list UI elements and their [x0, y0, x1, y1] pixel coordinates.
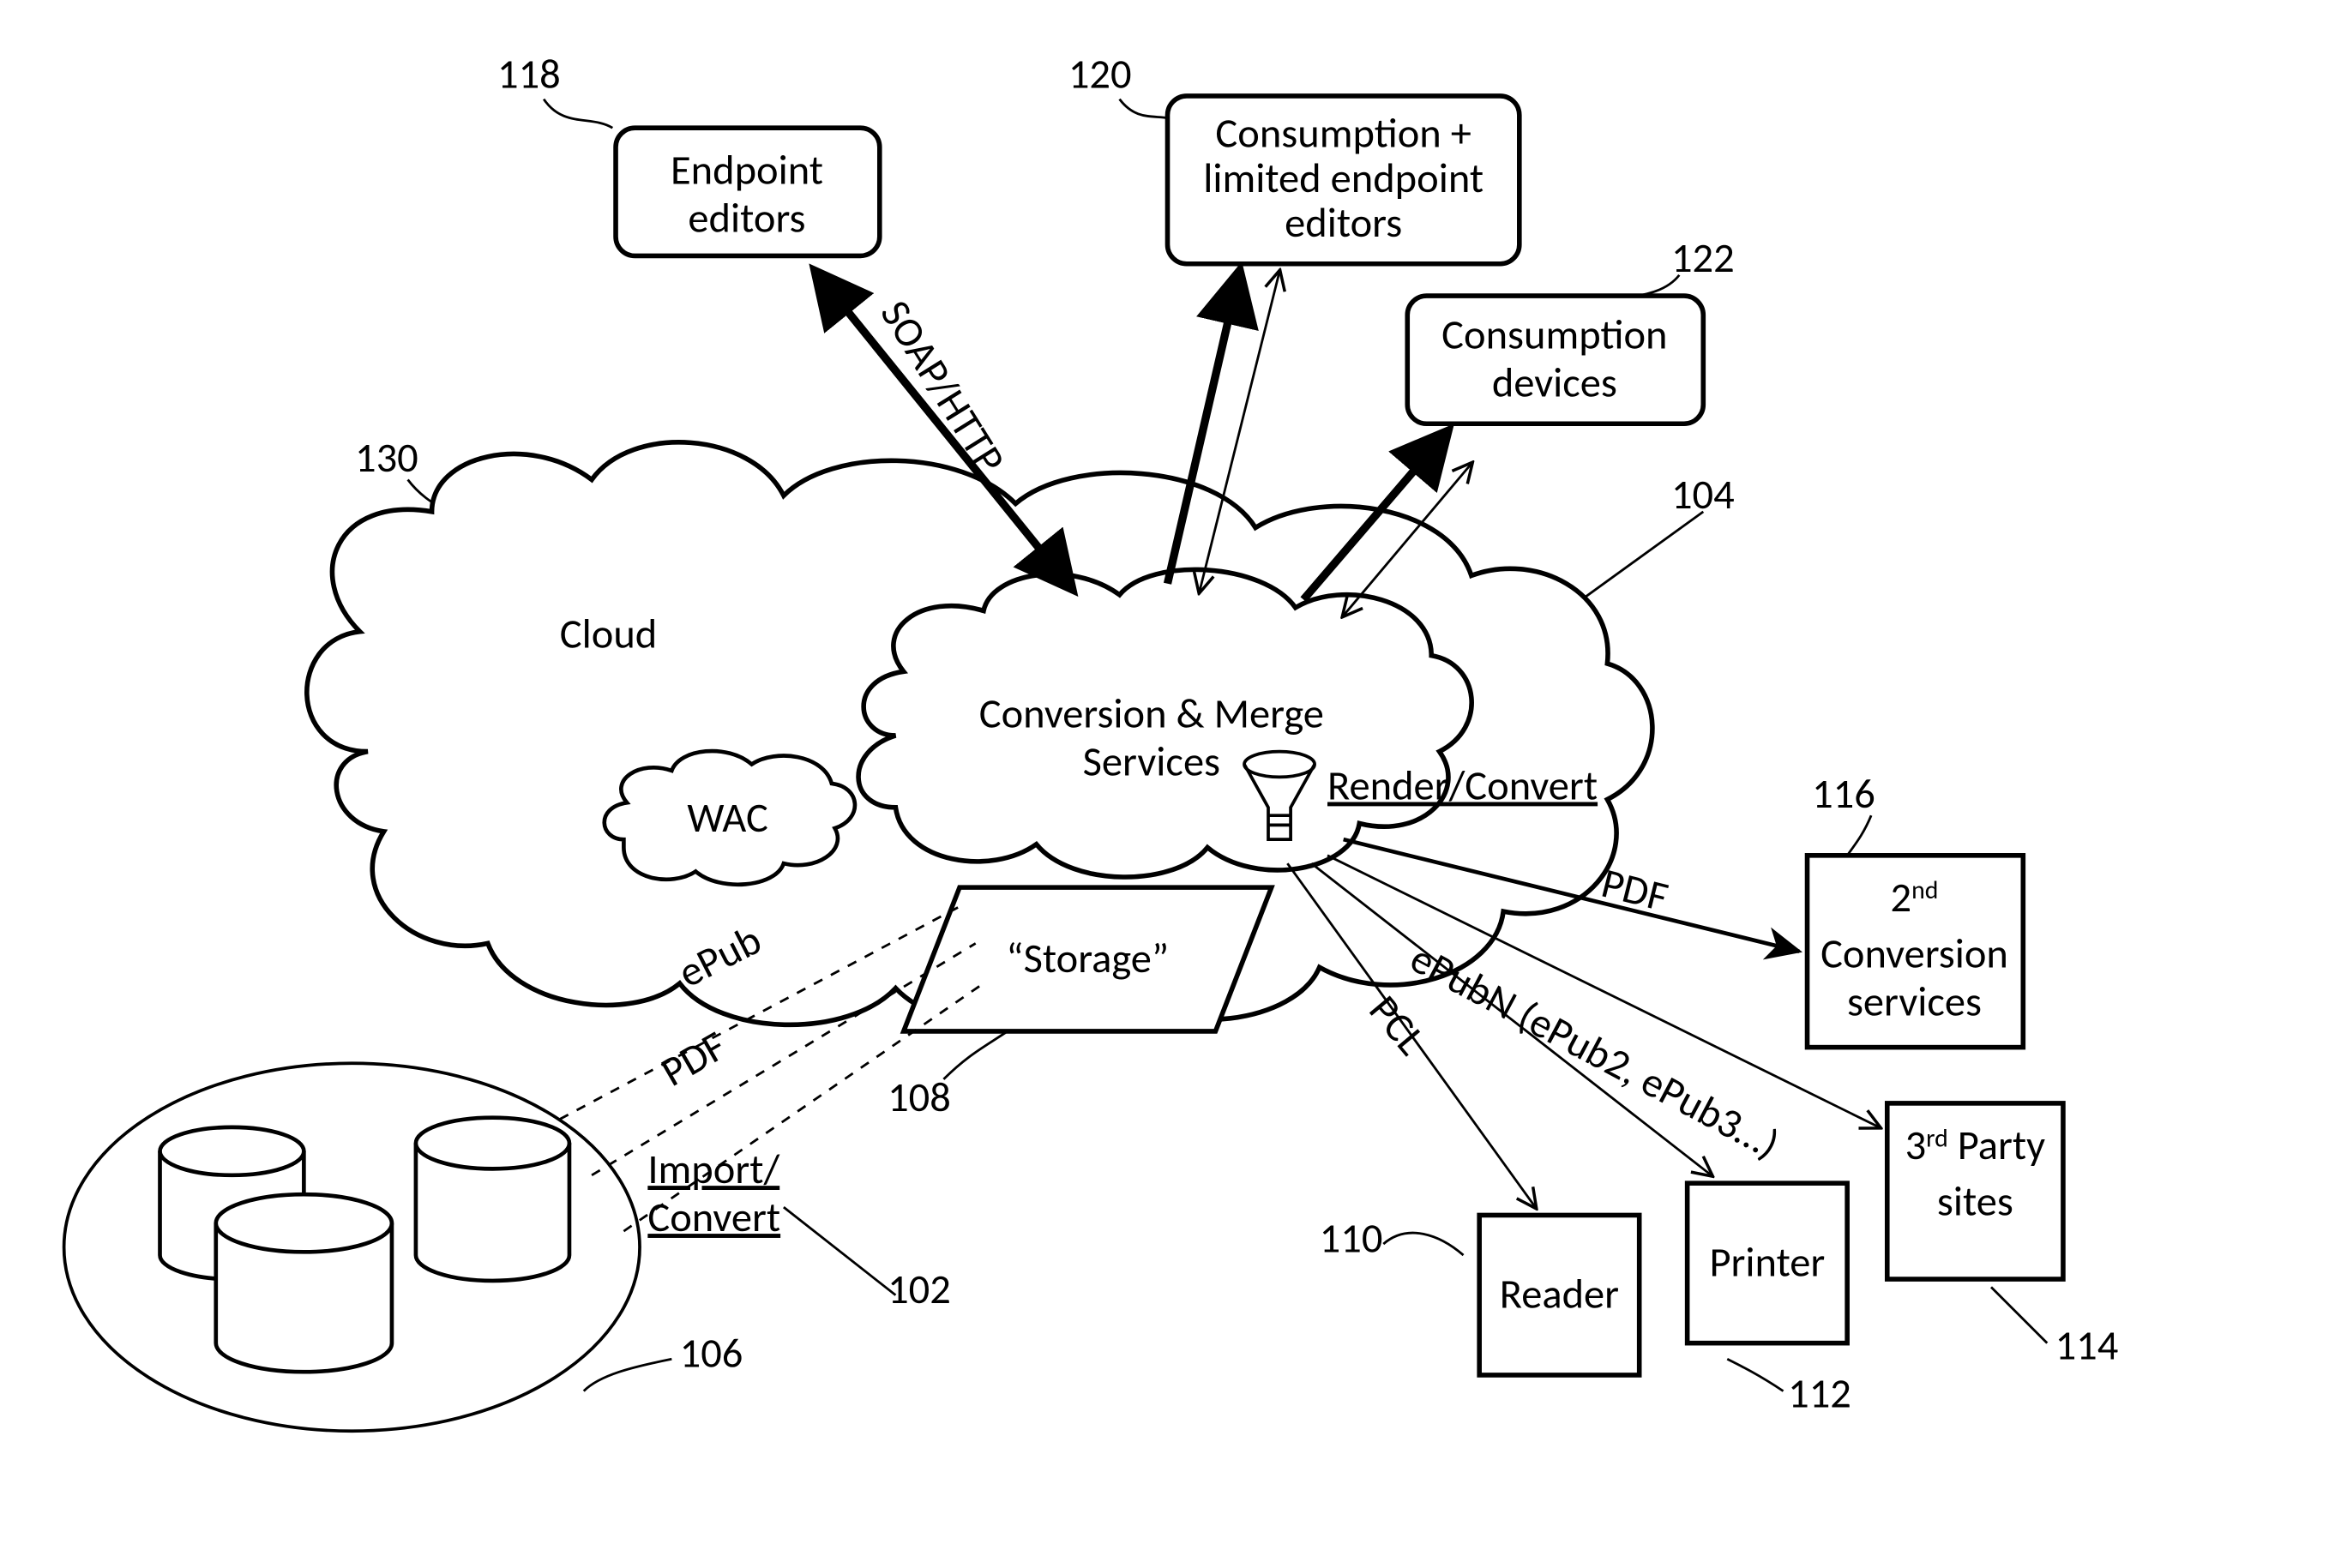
ref-130: 130	[355, 433, 418, 484]
render-convert-label: Render/Convert	[1327, 761, 1598, 812]
consumption-devices-l1: Consumption	[1441, 310, 1667, 361]
reader-label: Reader	[1500, 1270, 1619, 1320]
ref-118: 118	[497, 50, 561, 100]
ref-116: 116	[1812, 769, 1875, 820]
ref-114: 114	[2055, 1320, 2119, 1371]
ref-120: 120	[1068, 50, 1132, 100]
edge-pdf-out: PDF	[1597, 858, 1673, 923]
cylinder-icon-2	[416, 1118, 569, 1281]
consumption-limited-l2: limited endpoint	[1203, 153, 1483, 204]
ref-102: 102	[888, 1265, 951, 1315]
second-conv-line2: Conversion	[1820, 928, 2008, 979]
third-party-line2: sites	[1937, 1176, 2013, 1227]
cloud-label: Cloud	[560, 609, 658, 659]
cylinder-icon-3	[216, 1194, 392, 1372]
ref-122: 122	[1671, 233, 1735, 284]
consumption-devices-l2: devices	[1492, 358, 1617, 409]
conv-merge-label-2: Services	[1083, 737, 1220, 788]
third-party-line1: 3rd Party	[1905, 1120, 2046, 1171]
edge-soap-http: SOAP/HTTP	[870, 291, 1015, 483]
ref-104: 104	[1671, 470, 1735, 520]
edge-pdf-in: PDF	[653, 1021, 735, 1098]
endpoint-editors-l1: Endpoint	[671, 145, 823, 195]
endpoint-editors-l2: editors	[688, 193, 805, 243]
second-conv-line3: services	[1847, 976, 1982, 1027]
conv-merge-label: Conversion & Merge	[979, 689, 1324, 740]
storage-label: “Storage”	[1006, 934, 1169, 984]
consumption-limited-l1: Consumption +	[1215, 109, 1471, 159]
edge-epubn: ePubN (ePub2, ePub3…)	[1402, 934, 1787, 1170]
printer-label: Printer	[1709, 1237, 1825, 1288]
consumption-limited-l3: editors	[1285, 198, 1402, 249]
ref-110: 110	[1320, 1213, 1383, 1264]
ref-108: 108	[888, 1072, 951, 1123]
import-convert-l2: Convert	[647, 1193, 780, 1243]
ref-106: 106	[680, 1329, 743, 1379]
wac-label: WAC	[687, 793, 767, 844]
ref-112: 112	[1788, 1368, 1851, 1419]
diagram-canvas: 118 120 122 130 132 100 104 108 102 106 …	[0, 0, 2335, 1567]
import-convert-l1: Import/	[647, 1144, 779, 1195]
